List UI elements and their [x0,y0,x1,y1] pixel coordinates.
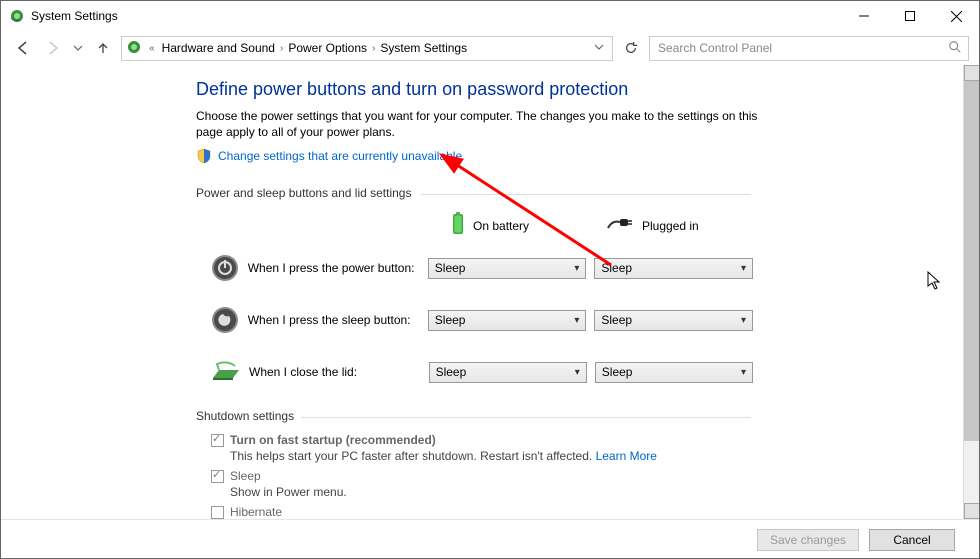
scroll-down-button[interactable]: ▼ [964,503,979,519]
learn-more-link[interactable]: Learn More [596,449,657,463]
recent-dropdown[interactable] [71,36,85,60]
battery-icon [451,212,465,239]
fast-startup-checkbox[interactable] [211,434,224,447]
fast-startup-title: Turn on fast startup (recommended) [230,433,436,447]
location-icon [126,39,142,58]
row-close-lid: When I close the lid: Sleep▾ Sleep▾ [196,357,761,387]
hibernate-checkbox[interactable] [211,506,224,519]
page-title: Define power buttons and turn on passwor… [196,79,761,100]
power-button-label: When I press the power button: [248,261,428,275]
row-sleep-button: When I press the sleep button: Sleep▾ Sl… [196,305,761,335]
chevron-down-icon: ▾ [741,263,746,274]
plugged-in-header: Plugged in [606,216,761,235]
forward-button[interactable] [41,36,65,60]
nav-toolbar: « Hardware and Sound › Power Options › S… [1,31,979,65]
chevron-down-icon: ▾ [574,315,579,326]
power-button-battery-select[interactable]: Sleep▾ [428,258,587,279]
footer: Save changes Cancel [1,519,979,559]
vertical-scrollbar[interactable]: ▲ ▼ [963,65,979,519]
fast-startup-desc: This helps start your PC faster after sh… [230,449,761,463]
page-description: Choose the power settings that you want … [196,108,761,140]
chevron-right-icon[interactable]: « [148,43,156,54]
chevron-down-icon: ▾ [741,367,746,378]
chevron-down-icon: ▾ [574,263,579,274]
fast-startup-item: Turn on fast startup (recommended) This … [211,433,761,463]
search-icon[interactable] [948,40,962,57]
hibernate-title: Hibernate [230,505,282,519]
address-bar[interactable]: « Hardware and Sound › Power Options › S… [121,36,613,61]
search-box[interactable] [649,36,969,61]
save-changes-button[interactable]: Save changes [757,529,859,551]
column-headers: On battery Plugged in [196,212,761,239]
shutdown-section-label: Shutdown settings [196,409,761,423]
app-icon [9,8,25,24]
scroll-up-button[interactable]: ▲ [964,65,979,81]
power-button-plugged-select[interactable]: Sleep▾ [594,258,753,279]
maximize-button[interactable] [887,1,933,31]
row-power-button: When I press the power button: Sleep▾ Sl… [196,253,761,283]
sleep-button-icon [211,305,240,335]
sleep-title: Sleep [230,469,261,483]
hibernate-item: Hibernate Show in Power menu. [211,505,761,519]
close-button[interactable] [933,1,979,31]
up-button[interactable] [91,36,115,60]
minimize-button[interactable] [841,1,887,31]
chevron-down-icon: ▾ [741,315,746,326]
close-lid-plugged-select[interactable]: Sleep▾ [595,362,753,383]
sleep-button-plugged-select[interactable]: Sleep▾ [594,310,753,331]
back-button[interactable] [11,36,35,60]
crumb-hardware-sound[interactable]: Hardware and Sound [162,41,275,55]
chevron-right-icon: › [279,43,284,54]
power-buttons-section-label: Power and sleep buttons and lid settings [196,186,761,200]
sleep-button-battery-select[interactable]: Sleep▾ [428,310,587,331]
shield-icon [196,148,212,164]
power-button-icon [211,253,240,283]
chevron-right-icon: › [371,43,376,54]
admin-link-text: Change settings that are currently unava… [218,149,462,163]
sleep-item: Sleep Show in Power menu. [211,469,761,499]
chevron-down-icon: ▾ [575,367,580,378]
refresh-button[interactable] [619,36,643,60]
sleep-desc: Show in Power menu. [230,485,761,499]
titlebar: System Settings [1,1,979,31]
window-title: System Settings [31,9,841,23]
on-battery-header: On battery [451,212,606,239]
sleep-checkbox[interactable] [211,470,224,483]
sleep-button-label: When I press the sleep button: [248,313,428,327]
close-lid-label: When I close the lid: [249,365,429,379]
crumb-system-settings[interactable]: System Settings [380,41,467,55]
crumb-power-options[interactable]: Power Options [288,41,367,55]
breadcrumb: Hardware and Sound › Power Options › Sys… [162,41,584,55]
address-dropdown[interactable] [590,42,608,55]
lid-icon [211,357,241,387]
search-input[interactable] [656,40,948,56]
cancel-button[interactable]: Cancel [869,529,955,551]
change-unavailable-settings-link[interactable]: Change settings that are currently unava… [196,148,761,164]
plug-icon [606,216,634,235]
close-lid-battery-select[interactable]: Sleep▾ [429,362,587,383]
main-content: Define power buttons and turn on passwor… [1,65,761,519]
scroll-thumb[interactable] [964,81,979,441]
